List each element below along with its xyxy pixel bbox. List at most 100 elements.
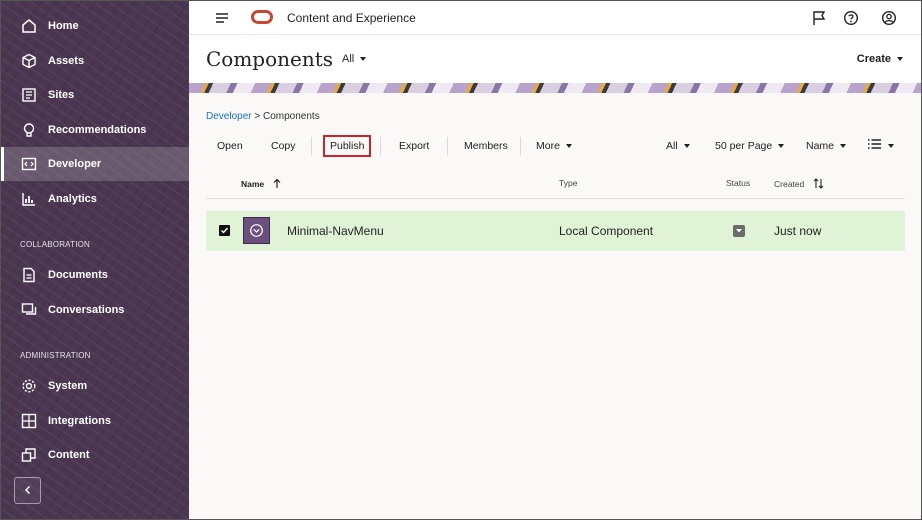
create-label: Create <box>856 53 891 65</box>
sidebar-item-documents[interactable]: Documents <box>1 258 189 292</box>
filter-all-dropdown[interactable]: All <box>666 140 690 152</box>
sidebar-item-label: Content <box>48 449 90 461</box>
oracle-logo <box>251 10 273 24</box>
cube-icon <box>20 52 38 70</box>
sidebar-item-developer[interactable]: Developer <box>1 147 189 181</box>
status-dropdown-icon[interactable] <box>733 225 745 237</box>
home-icon <box>20 17 38 35</box>
table-header: Name Type Status Created <box>206 173 905 199</box>
app-title: Content and Experience <box>287 11 416 25</box>
header-banner <box>189 83 921 93</box>
sort-toggle-icon <box>813 178 824 191</box>
lightbulb-icon <box>20 121 38 139</box>
toolbar-divider <box>520 137 521 155</box>
component-icon <box>243 217 270 244</box>
chevron-down-icon <box>840 144 847 149</box>
sort-ascending-icon <box>273 178 281 191</box>
chevron-down-icon <box>360 57 367 62</box>
analytics-icon <box>20 190 38 208</box>
sidebar-item-label: Recommendations <box>48 124 147 136</box>
sidebar-item-label: Assets <box>48 55 85 67</box>
user-avatar-icon[interactable] <box>881 10 897 26</box>
per-page-label: 50 per Page <box>715 140 773 152</box>
content-icon <box>20 446 38 464</box>
sort-label: Name <box>806 140 835 152</box>
section-label-collaboration: COLLABORATION <box>20 240 91 249</box>
sidebar-item-label: System <box>48 380 88 392</box>
integrations-icon <box>20 412 38 430</box>
sidebar-item-conversations[interactable]: Conversations <box>1 293 189 327</box>
column-header-type[interactable]: Type <box>559 178 577 188</box>
column-name-label: Name <box>241 178 265 189</box>
chevron-down-icon <box>778 144 785 149</box>
toolbar: Open Copy Publish Export Members More Al… <box>189 135 921 157</box>
create-button[interactable]: Create <box>857 53 903 65</box>
sidebar-item-content[interactable]: Content <box>1 438 189 472</box>
collapse-sidebar-button[interactable] <box>14 477 41 504</box>
sidebar-item-label: Analytics <box>48 193 97 205</box>
breadcrumb-separator: > <box>254 111 261 122</box>
toolbar-divider <box>447 137 448 155</box>
sidebar-item-label: Home <box>48 20 79 32</box>
sidebar-item-analytics[interactable]: Analytics <box>1 182 189 216</box>
sites-icon <box>20 86 38 104</box>
filter-all-label: All <box>666 140 678 152</box>
conversation-icon <box>20 301 38 319</box>
code-icon <box>20 155 38 173</box>
more-dropdown[interactable]: More <box>536 140 572 152</box>
column-header-created[interactable]: Created <box>774 178 824 191</box>
sidebar-item-recommendations[interactable]: Recommendations <box>1 113 189 147</box>
component-type: Local Component <box>559 224 654 238</box>
flag-icon[interactable] <box>811 10 827 26</box>
breadcrumb: Developer > Components <box>206 111 320 122</box>
publish-button[interactable]: Publish <box>330 140 364 152</box>
sidebar-item-home[interactable]: Home <box>1 9 189 43</box>
breadcrumb-parent-link[interactable]: Developer <box>206 111 252 122</box>
toolbar-divider <box>311 137 312 155</box>
copy-button[interactable]: Copy <box>271 140 296 152</box>
help-icon[interactable] <box>843 10 859 26</box>
gear-icon <box>20 377 38 395</box>
hamburger-menu-icon[interactable] <box>215 11 229 25</box>
column-header-name[interactable]: Name <box>241 178 281 191</box>
list-view-icon <box>867 138 882 153</box>
view-mode-dropdown[interactable] <box>867 138 894 153</box>
component-created: Just now <box>774 224 822 238</box>
sidebar-item-assets[interactable]: Assets <box>1 44 189 78</box>
section-label-administration: ADMINISTRATION <box>20 351 91 360</box>
column-created-label: Created <box>774 178 805 189</box>
page-title: Components <box>206 47 334 71</box>
members-button[interactable]: Members <box>464 140 508 152</box>
header-filter-dropdown[interactable]: All <box>342 53 367 65</box>
toolbar-divider <box>380 137 381 155</box>
filter-label: All <box>342 53 355 65</box>
breadcrumb-current: Components <box>263 111 320 122</box>
page-header: Components All Create <box>189 35 921 83</box>
column-header-status[interactable]: Status <box>726 178 750 188</box>
chevron-left-icon <box>23 482 33 500</box>
sort-dropdown[interactable]: Name <box>806 140 847 152</box>
app-window: Home Assets Sites Recommendations Develo… <box>0 0 922 520</box>
per-page-dropdown[interactable]: 50 per Page <box>715 140 785 152</box>
chevron-down-icon <box>888 143 894 148</box>
sidebar-item-label: Conversations <box>48 304 125 316</box>
component-name[interactable]: Minimal-NavMenu <box>287 224 384 238</box>
sidebar-item-label: Integrations <box>48 415 111 427</box>
sidebar-item-label: Developer <box>48 158 102 170</box>
document-icon <box>20 266 38 284</box>
chevron-down-icon <box>565 144 572 149</box>
sidebar-item-sites[interactable]: Sites <box>1 78 189 112</box>
export-button[interactable]: Export <box>399 140 429 152</box>
chevron-down-icon <box>897 57 903 62</box>
open-button[interactable]: Open <box>217 140 243 152</box>
sidebar-item-integrations[interactable]: Integrations <box>1 404 189 438</box>
sidebar: Home Assets Sites Recommendations Develo… <box>1 1 189 519</box>
table-row[interactable]: Minimal-NavMenu Local Component Just now <box>206 211 905 251</box>
sidebar-item-label: Sites <box>48 89 75 101</box>
more-label: More <box>536 140 560 152</box>
top-bar: Content and Experience <box>189 1 921 35</box>
sidebar-item-label: Documents <box>48 269 108 281</box>
main-content: Developer > Components Open Copy Publish… <box>189 93 921 519</box>
sidebar-item-system[interactable]: System <box>1 369 189 403</box>
row-checkbox[interactable] <box>219 225 230 236</box>
